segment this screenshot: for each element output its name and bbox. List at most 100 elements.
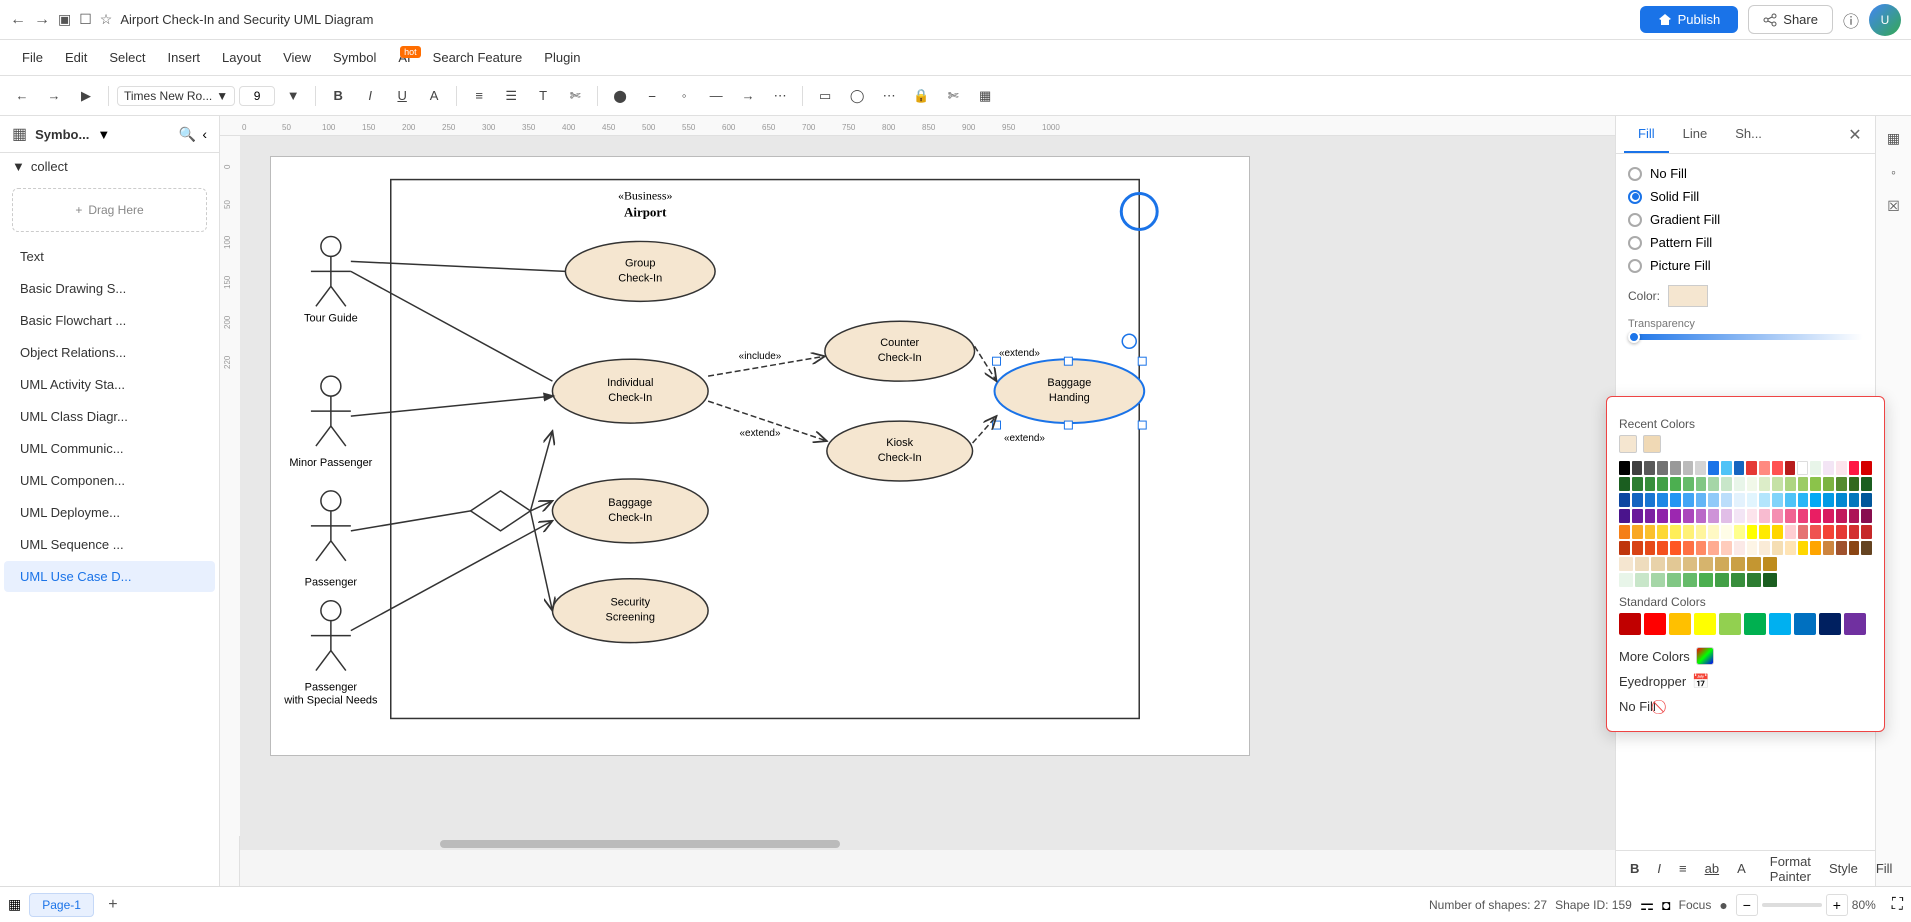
cc-b11[interactable] <box>1747 493 1758 507</box>
transparency-slider[interactable] <box>1628 334 1863 340</box>
cc-g10[interactable] <box>1734 477 1745 491</box>
gradient-fill-radio[interactable] <box>1628 213 1642 227</box>
cc-b12[interactable] <box>1759 493 1770 507</box>
cc-b15[interactable] <box>1798 493 1809 507</box>
canvas-scroll[interactable]: «Business» Airport Tour Guide Minor Pass… <box>240 136 1615 850</box>
cc-b18[interactable] <box>1836 493 1847 507</box>
sidebar-item-uml-deployment[interactable]: UML Deployme... <box>4 497 215 528</box>
cc-o3[interactable] <box>1645 541 1656 555</box>
format-bold[interactable]: B <box>1624 859 1645 878</box>
cc-t1[interactable] <box>1619 557 1633 571</box>
cc-g3[interactable] <box>1645 477 1656 491</box>
cc-lg3[interactable] <box>1651 573 1665 587</box>
pattern-fill-option[interactable]: Pattern Fill <box>1628 235 1863 250</box>
cc-y8[interactable] <box>1708 525 1719 539</box>
cc-lg8[interactable] <box>1731 573 1745 587</box>
cc-b4[interactable] <box>1657 493 1668 507</box>
cc-b5[interactable] <box>1670 493 1681 507</box>
cc-t6[interactable] <box>1699 557 1713 571</box>
cc-g7[interactable] <box>1696 477 1707 491</box>
panel-close-button[interactable]: ✕ <box>1843 123 1867 147</box>
cc-p1[interactable] <box>1619 509 1630 523</box>
shape-sidebar-btn3[interactable]: ☒ <box>1880 192 1908 220</box>
align-para-button[interactable]: ☰ <box>497 82 525 110</box>
cc-y18[interactable] <box>1836 525 1847 539</box>
dash-style-button[interactable]: ⋯ <box>766 82 794 110</box>
cc-o8[interactable] <box>1708 541 1719 555</box>
sidebar-item-basic-flowchart[interactable]: Basic Flowchart ... <box>4 305 215 336</box>
cc-o9[interactable] <box>1721 541 1732 555</box>
cc-p7[interactable] <box>1696 509 1707 523</box>
cc-y5[interactable] <box>1670 525 1681 539</box>
cc-darkgray2[interactable] <box>1644 461 1655 475</box>
cc-t8[interactable] <box>1731 557 1745 571</box>
sidebar-item-object-relations[interactable]: Object Relations... <box>4 337 215 368</box>
cc-o2[interactable] <box>1632 541 1643 555</box>
undo-button[interactable]: ← <box>8 82 36 110</box>
cc-b14[interactable] <box>1785 493 1796 507</box>
cc-pk3[interactable] <box>1772 509 1783 523</box>
cc-g1[interactable] <box>1619 477 1630 491</box>
pointer-tool[interactable]: ▶ <box>72 82 100 110</box>
cc-g16[interactable] <box>1810 477 1821 491</box>
std-color-2[interactable] <box>1644 613 1666 635</box>
menu-file[interactable]: File <box>12 46 53 69</box>
color-preview[interactable] <box>1668 285 1708 307</box>
cc-t2[interactable] <box>1635 557 1649 571</box>
table-button[interactable]: ▦ <box>971 82 999 110</box>
cc-y16[interactable] <box>1810 525 1821 539</box>
recent-color-2[interactable] <box>1643 435 1661 453</box>
cc-t4[interactable] <box>1667 557 1681 571</box>
cc-o19[interactable] <box>1849 541 1860 555</box>
add-page-btn[interactable]: + <box>102 894 124 916</box>
diagram-canvas[interactable]: «Business» Airport Tour Guide Minor Pass… <box>270 156 1250 756</box>
cc-y15[interactable] <box>1798 525 1809 539</box>
cc-g2[interactable] <box>1632 477 1643 491</box>
format-font-color[interactable]: A <box>1731 859 1752 878</box>
line-label[interactable]: Line <box>1904 859 1911 878</box>
cc-y17[interactable] <box>1823 525 1834 539</box>
cc-lg2[interactable] <box>1635 573 1649 587</box>
star-icon[interactable]: ☆ <box>100 11 113 28</box>
tab-icon[interactable]: ▣ <box>58 11 71 28</box>
cc-p4[interactable] <box>1657 509 1668 523</box>
cc-palepurple[interactable] <box>1823 461 1834 475</box>
cc-lightgray1[interactable] <box>1683 461 1694 475</box>
cc-g19[interactable] <box>1849 477 1860 491</box>
forward-icon[interactable]: → <box>34 11 50 29</box>
cc-t7[interactable] <box>1715 557 1729 571</box>
sidebar-item-text[interactable]: Text <box>4 241 215 272</box>
cc-y9[interactable] <box>1721 525 1732 539</box>
cc-y6[interactable] <box>1683 525 1694 539</box>
cc-g6[interactable] <box>1683 477 1694 491</box>
cc-lg10[interactable] <box>1763 573 1777 587</box>
cc-p3[interactable] <box>1645 509 1656 523</box>
cc-o20[interactable] <box>1861 541 1872 555</box>
help-icon[interactable]: ⓘ <box>1843 8 1859 32</box>
cc-b13[interactable] <box>1772 493 1783 507</box>
cc-t9[interactable] <box>1747 557 1761 571</box>
cc-pk9[interactable] <box>1849 509 1860 523</box>
sidebar-item-uml-component[interactable]: UML Componen... <box>4 465 215 496</box>
text-style-button[interactable]: T <box>529 82 557 110</box>
arrow-style-button[interactable]: → <box>734 82 762 110</box>
cc-g12[interactable] <box>1759 477 1770 491</box>
page-tab-1[interactable]: Page-1 <box>29 893 94 917</box>
cc-pk7[interactable] <box>1823 509 1834 523</box>
cc-y10[interactable] <box>1734 525 1745 539</box>
font-size-down[interactable]: ▼ <box>279 82 307 110</box>
no-fill-radio[interactable] <box>1628 167 1642 181</box>
cc-red3[interactable] <box>1849 461 1860 475</box>
cc-g20[interactable] <box>1861 477 1872 491</box>
focus-icon[interactable]: ◘ <box>1662 897 1670 913</box>
menu-edit[interactable]: Edit <box>55 46 97 69</box>
cut-button[interactable]: ✄ <box>939 82 967 110</box>
cc-g9[interactable] <box>1721 477 1732 491</box>
cc-b19[interactable] <box>1849 493 1860 507</box>
gradient-fill-option[interactable]: Gradient Fill <box>1628 212 1863 227</box>
horizontal-scrollbar[interactable] <box>240 838 1615 850</box>
drag-here-zone[interactable]: + Drag Here <box>12 188 207 232</box>
solid-fill-option[interactable]: Solid Fill <box>1628 189 1863 204</box>
menu-plugin[interactable]: Plugin <box>534 46 590 69</box>
sidebar-item-uml-communication[interactable]: UML Communic... <box>4 433 215 464</box>
